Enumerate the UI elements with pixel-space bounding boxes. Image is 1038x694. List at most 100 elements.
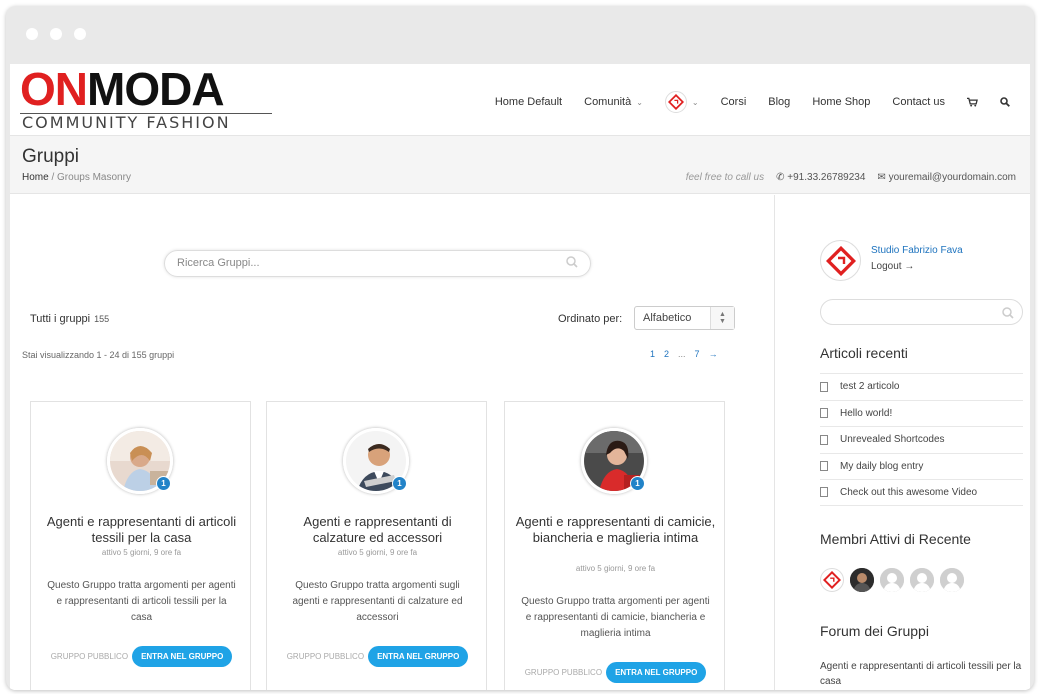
member-avatar[interactable] xyxy=(850,568,874,592)
recent-article-item[interactable]: test 2 articolo xyxy=(820,373,1023,400)
recent-articles-list: test 2 articolo Hello world! Unrevealed … xyxy=(820,373,1023,506)
page-link-2[interactable]: 2 xyxy=(664,349,669,359)
nav-home-default[interactable]: Home Default xyxy=(495,96,562,108)
page-title-bar: Gruppi Home / Groups Masonry feel free t… xyxy=(10,136,1030,194)
page-next[interactable]: → xyxy=(709,349,718,359)
join-group-button[interactable]: ENTRA NEL GRUPPO xyxy=(132,646,233,667)
forum-link[interactable]: Agenti e rappresentanti di articoli tess… xyxy=(820,659,1025,689)
nav-blog[interactable]: Blog xyxy=(768,96,790,108)
pagination: 1 2 ... 7 → xyxy=(650,349,718,359)
page-link-1[interactable]: 1 xyxy=(650,349,655,359)
nav-contact-us[interactable]: Contact us xyxy=(892,96,945,108)
recent-article-item[interactable]: Unrevealed Shortcodes xyxy=(820,426,1023,453)
order-by-select[interactable]: Alfabetico ▲ ▼ xyxy=(634,306,735,330)
group-active-time: attivo 5 giorni, 9 ore fa xyxy=(101,548,182,557)
search-icon[interactable] xyxy=(1002,306,1014,324)
page-title: Gruppi xyxy=(22,146,80,167)
document-icon xyxy=(820,434,828,445)
browser-window: ONMODA COMMUNITY FASHION Home Default Co… xyxy=(6,6,1034,690)
site-header: ONMODA COMMUNITY FASHION Home Default Co… xyxy=(10,64,1030,136)
group-member-badge: 1 xyxy=(392,476,407,491)
group-title[interactable]: Agenti e rappresentanti di camicie, bian… xyxy=(515,514,716,546)
site-logo[interactable]: ONMODA COMMUNITY FASHION xyxy=(20,64,272,132)
envelope-icon: ✉ xyxy=(877,172,886,183)
group-title[interactable]: Agenti e rappresentanti di calzature ed … xyxy=(277,514,478,546)
call-us-text: feel free to call us xyxy=(685,172,765,183)
contact-info: feel free to call us ✆ +91.33.26789234 ✉… xyxy=(686,172,1016,183)
sidebar-search-input[interactable] xyxy=(820,299,1023,325)
group-type: GRUPPO PUBBLICO xyxy=(50,652,129,661)
group-card: 1 Agenti e rappresentanti di calzature e… xyxy=(266,401,487,690)
all-groups-tab[interactable]: Tutti i gruppi 155 xyxy=(30,313,109,325)
group-footer: GRUPPO PUBBLICO ENTRA NEL GRUPPO xyxy=(31,646,252,667)
nav-user-menu[interactable]: ⌄ xyxy=(664,91,699,113)
document-icon xyxy=(820,487,828,498)
member-avatar[interactable] xyxy=(940,568,964,592)
breadcrumb: Home / Groups Masonry xyxy=(22,172,131,183)
group-member-badge: 1 xyxy=(630,476,645,491)
main-content: Ricerca Gruppi... Tutti i gruppi 155 Ordi… xyxy=(10,195,774,690)
email-info[interactable]: ✉ youremail@yourdomain.com xyxy=(877,172,1016,183)
breadcrumb-current: Groups Masonry xyxy=(57,172,131,183)
group-description: Questo Gruppo tratta argomenti per agent… xyxy=(521,596,710,639)
breadcrumb-home[interactable]: Home xyxy=(22,172,49,183)
recent-article-item[interactable]: My daily blog entry xyxy=(820,452,1023,480)
group-active-time: attivo 5 giorni, 9 ore fa xyxy=(575,564,656,573)
nav-comunita[interactable]: Comunità ⌄ xyxy=(584,96,643,108)
member-avatar[interactable] xyxy=(910,568,934,592)
main-nav: Home Default Comunità ⌄ ⌄ Corsi Blog Home… xyxy=(473,91,1010,113)
active-members-list xyxy=(820,568,964,592)
select-arrows-icon: ▲ ▼ xyxy=(710,307,734,329)
group-description: Questo Gruppo tratta argomenti sugli age… xyxy=(292,580,463,623)
group-footer: GRUPPO PUBBLICO ENTRA NEL GRUPPO xyxy=(267,646,488,667)
group-card: 1 Agenti e rappresentanti di articoli te… xyxy=(30,401,251,690)
chevron-down-icon: ⌄ xyxy=(691,97,699,107)
chevron-down-icon: ⌄ xyxy=(636,97,643,107)
user-avatar[interactable] xyxy=(820,240,861,281)
group-forums-heading: Forum dei Gruppi xyxy=(820,623,929,639)
order-by-label: Ordinato per: xyxy=(558,313,623,325)
search-icon[interactable] xyxy=(566,256,578,271)
group-type: GRUPPO PUBBLICO xyxy=(524,668,603,677)
search-icon[interactable] xyxy=(1000,97,1010,107)
logout-link[interactable]: Logout → xyxy=(871,261,914,272)
user-name-link[interactable]: Studio Fabrizio Fava xyxy=(871,245,963,256)
join-group-button[interactable]: ENTRA NEL GRUPPO xyxy=(368,646,469,667)
group-type: GRUPPO PUBBLICO xyxy=(286,652,365,661)
nav-home-shop[interactable]: Home Shop xyxy=(812,96,870,108)
logo-wordmark: ONMODA xyxy=(20,64,225,115)
window-dot-maximize[interactable] xyxy=(74,28,86,40)
window-controls xyxy=(26,28,86,40)
page-link-7[interactable]: 7 xyxy=(695,349,700,359)
document-icon xyxy=(820,461,828,472)
user-avatar-icon xyxy=(664,91,687,113)
page-ellipsis: ... xyxy=(678,349,686,359)
join-group-button[interactable]: ENTRA NEL GRUPPO xyxy=(606,662,707,683)
recent-articles-heading: Articoli recenti xyxy=(820,345,908,361)
group-footer: GRUPPO PUBBLICO ENTRA NEL GRUPPO xyxy=(505,662,726,683)
groups-search-input[interactable]: Ricerca Gruppi... xyxy=(164,250,591,277)
group-title[interactable]: Agenti e rappresentanti di articoli tess… xyxy=(41,514,242,546)
nav-corsi[interactable]: Corsi xyxy=(721,96,747,108)
results-count-text: Stai visualizzando 1 - 24 di 155 gruppi xyxy=(22,350,175,360)
groups-count: 155 xyxy=(94,314,110,324)
recent-article-item[interactable]: Check out this awesome Video xyxy=(820,479,1023,506)
member-avatar[interactable] xyxy=(880,568,904,592)
logo-tagline: COMMUNITY FASHION xyxy=(22,113,231,132)
window-dot-close[interactable] xyxy=(26,28,38,40)
phone-icon: ✆ xyxy=(776,172,785,183)
cart-icon[interactable] xyxy=(967,97,978,107)
member-avatar[interactable] xyxy=(820,568,844,592)
phone-info: ✆ +91.33.26789234 xyxy=(776,172,866,183)
recent-article-item[interactable]: Hello world! xyxy=(820,399,1023,427)
group-active-time: attivo 5 giorni, 9 ore fa xyxy=(337,548,418,557)
group-card: 1 Agenti e rappresentanti di camicie, bi… xyxy=(504,401,725,690)
group-description: Questo Gruppo tratta argomenti per agent… xyxy=(47,580,236,623)
active-members-heading: Membri Attivi di Recente xyxy=(820,531,971,547)
window-dot-minimize[interactable] xyxy=(50,28,62,40)
document-icon xyxy=(820,381,828,392)
group-member-badge: 1 xyxy=(156,476,171,491)
sidebar: Studio Fabrizio Fava Logout → Articoli r… xyxy=(775,195,1030,690)
web-page: ONMODA COMMUNITY FASHION Home Default Co… xyxy=(10,64,1030,690)
document-icon xyxy=(820,408,828,419)
